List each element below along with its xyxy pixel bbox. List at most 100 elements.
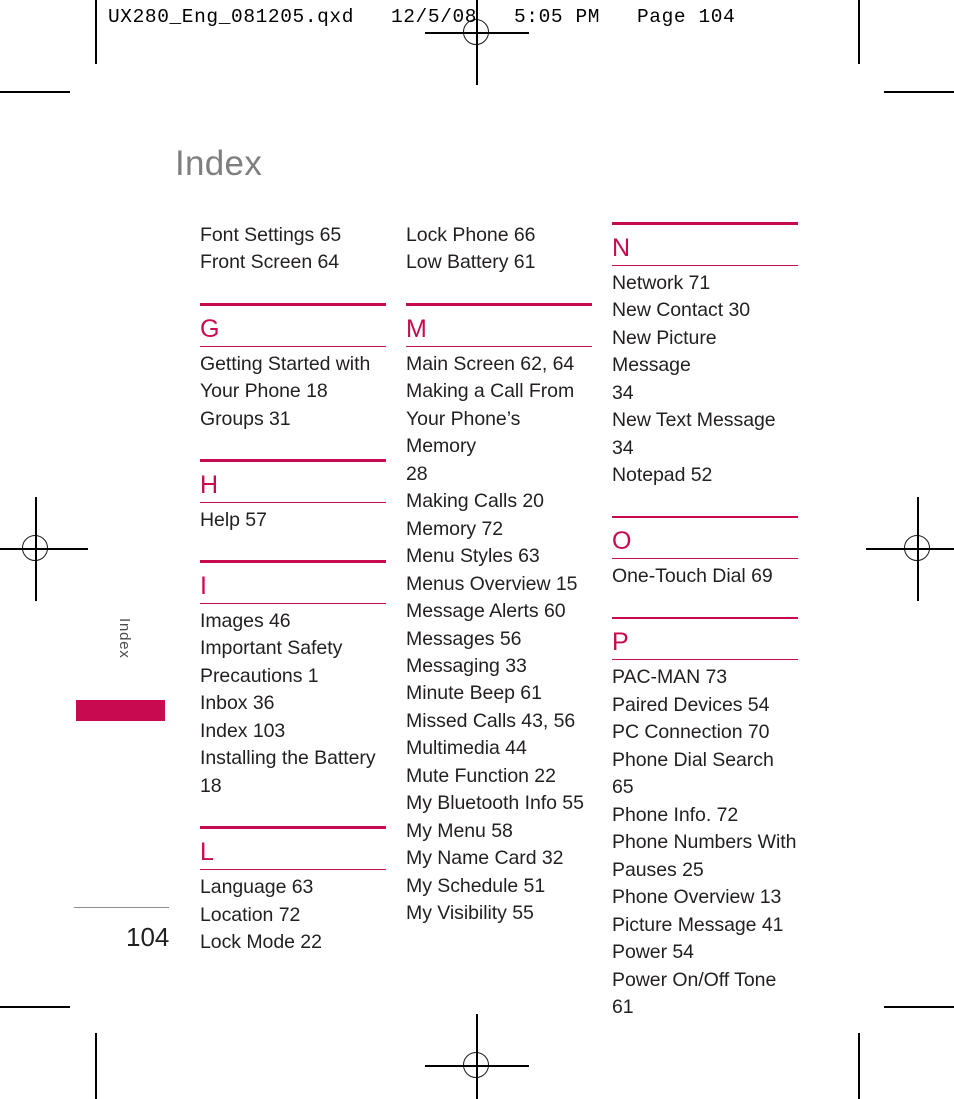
index-entry: Getting Started with [200, 352, 371, 375]
index-section-n: N Network 71 New Contact 30 New Picture Mes… [612, 222, 798, 490]
index-entry-list: Getting Started with Your Phone 18 Groups … [200, 351, 386, 433]
index-entry: Low Battery 61 [406, 251, 536, 274]
margin-tab-block [76, 700, 165, 721]
index-entry: Picture Message 41 [612, 913, 784, 936]
index-entry: 28 [406, 462, 428, 485]
section-letter: N [612, 233, 631, 262]
index-entry: One-Touch Dial 69 [612, 565, 773, 588]
index-entry: Menus Overview 15 [406, 572, 578, 595]
index-entry: PC Connection 70 [612, 721, 770, 744]
index-entry: Phone Dial Search 65 [612, 748, 774, 799]
section-rule-bottom [612, 264, 798, 266]
section-letter: P [612, 628, 629, 657]
index-entry: New Text Message 34 [612, 409, 776, 459]
index-entry: Important Safety [200, 637, 343, 660]
index-entry: Language 63 [200, 876, 314, 899]
section-rule-bottom [200, 868, 386, 871]
index-entry: Minute Beep 61 [406, 682, 542, 705]
index-entry: My Visibility 55 [406, 902, 534, 925]
index-entry: Your Phone 18 [200, 380, 328, 403]
index-entry: Network 71 [612, 271, 711, 294]
index-entry: Lock Mode 22 [200, 931, 322, 954]
index-entry: Messaging 33 [406, 654, 527, 677]
section-rule-bottom [200, 501, 386, 503]
index-entry: Front Screen 64 [200, 251, 340, 274]
index-section-g: G Getting Started with Your Phone 18 Groups… [200, 277, 386, 433]
index-entry: Groups 31 [200, 407, 291, 430]
index-entry-list: One-Touch Dial 69 [612, 563, 798, 590]
section-rule-bottom [200, 602, 386, 604]
index-entry: Message Alerts 60 [406, 600, 566, 623]
index-section-p: P PAC-MAN 73 Paired Devices 54 PC Connectio… [612, 591, 798, 1022]
index-section-m: M Main Screen 62, 64 Making a Call From You… [406, 277, 592, 928]
index-entry: Index 103 [200, 719, 286, 742]
index-entry: Missed Calls 43, 56 [406, 709, 576, 732]
index-entry: 18 [200, 774, 222, 797]
file-slug-line: UX280_Eng_081205.qxd 12/5/08 5:05 PM Pag… [108, 6, 736, 28]
index-entry: Power On/Off Tone 61 [612, 968, 777, 1019]
crop-mark-top-left-vertical [95, 0, 97, 64]
index-section-l: L Language 63 Location 72 Lock Mode 22 [200, 800, 386, 956]
crop-mark-bottom-right-horizontal [884, 1006, 954, 1008]
manual-page: UX280_Eng_081205.qxd 12/5/08 5:05 PM Pag… [0, 0, 954, 1099]
index-entry: Main Screen 62, 64 [406, 352, 575, 375]
page-title: Index [175, 144, 263, 183]
registration-horizontal-line [425, 1065, 529, 1067]
index-entry: Images 46 [200, 609, 291, 632]
index-entry: Making a Call From [406, 380, 575, 403]
index-section-h: H Help 57 [200, 433, 386, 534]
index-entry-list: Lock Phone 66 Low Battery 61 [406, 222, 592, 277]
index-entry: Installing the Battery [200, 747, 376, 770]
registration-horizontal-line [866, 548, 954, 550]
index-entry: My Bluetooth Info 55 [406, 792, 584, 815]
index-column-3: N Network 71 New Contact 30 New Picture Mes… [612, 222, 798, 1022]
section-rule-bottom [612, 558, 798, 560]
index-entry: PAC-MAN 73 [612, 666, 728, 689]
index-entry: Power 54 [612, 941, 694, 964]
registration-horizontal-line [425, 32, 529, 34]
index-entry-list: Language 63 Location 72 Lock Mode 22 [200, 874, 386, 956]
index-entry: Notepad 52 [612, 464, 713, 487]
registration-mark-right-center [866, 497, 954, 601]
section-letter: O [612, 527, 632, 556]
registration-mark-bottom-center [425, 1014, 529, 1099]
section-letter: H [200, 470, 219, 499]
registration-vertical-line [476, 1014, 478, 1099]
index-entry: 34 [612, 381, 634, 404]
index-entry: Phone Overview 13 [612, 886, 782, 909]
registration-mark-left-center [0, 497, 88, 601]
crop-mark-bottom-left-vertical [95, 1033, 97, 1099]
index-entry-list: Font Settings 65 Front Screen 64 [200, 222, 386, 277]
index-entry-list: Network 71 New Contact 30 New Picture Mess… [612, 270, 798, 490]
index-entry: New Picture Message [612, 326, 717, 377]
index-entry: Memory 72 [406, 517, 504, 540]
index-section-i: I Images 46 Important Safety Precautions 1I… [200, 534, 386, 800]
section-letter: L [200, 837, 215, 866]
index-entry: New Contact 30 [612, 299, 751, 322]
registration-horizontal-line [0, 548, 88, 550]
section-letter: I [200, 571, 208, 600]
index-entry: Phone Numbers With [612, 831, 797, 854]
margin-tab-label: Index [116, 618, 133, 659]
index-entry: Inbox 36 [200, 692, 275, 715]
section-letter: M [406, 314, 428, 343]
crop-mark-bottom-right-vertical [858, 1033, 860, 1099]
index-entry: Location 72 [200, 903, 301, 926]
index-section-o: O One-Touch Dial 69 [612, 490, 798, 591]
index-entry: Paired Devices 54 [612, 693, 770, 716]
section-letter: G [200, 314, 220, 343]
index-entry: My Menu 58 [406, 819, 513, 842]
index-entry: Your Phone’s Memory [406, 407, 521, 458]
index-entry: Font Settings 65 [200, 224, 342, 246]
index-entry: Menu Styles 63 [406, 545, 540, 568]
index-entry: My Name Card 32 [406, 847, 564, 870]
index-entry: Mute Function 22 [406, 764, 556, 787]
index-entry: Phone Info. 72 [612, 803, 739, 826]
